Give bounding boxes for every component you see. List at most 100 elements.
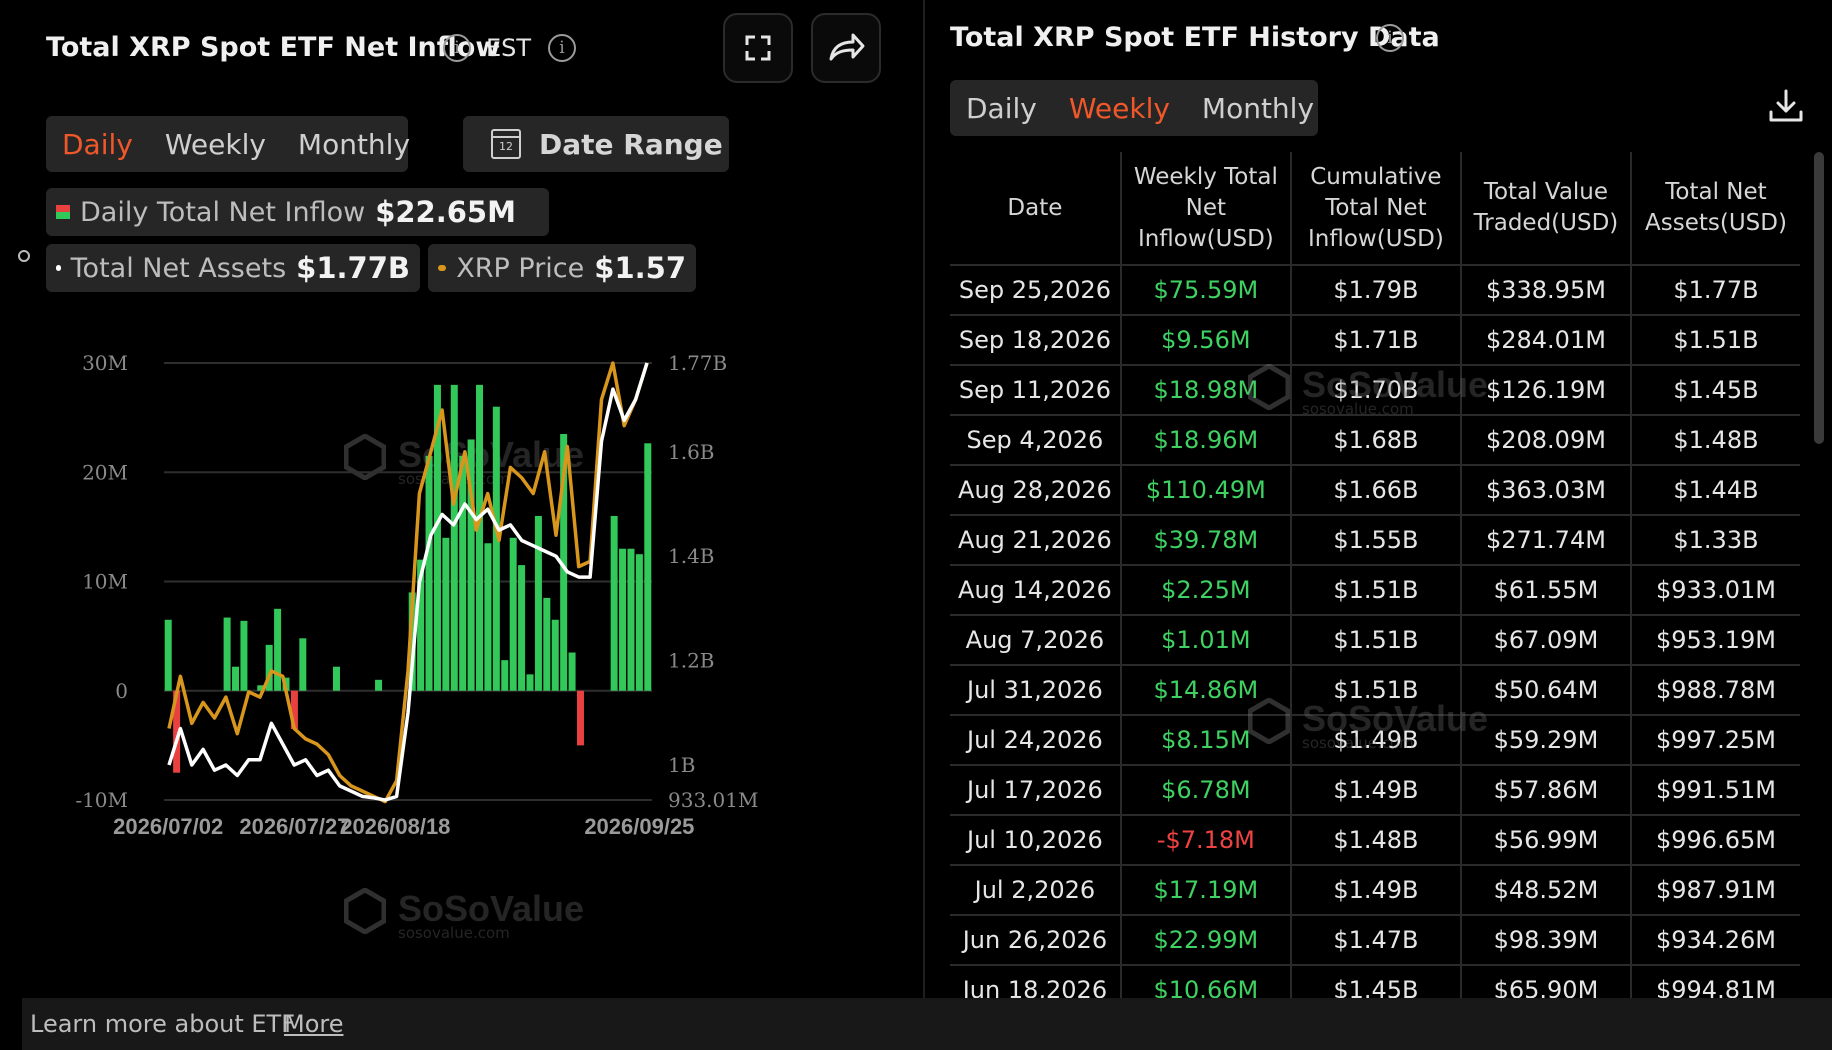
legend-total-net-assets[interactable]: Total Net Assets $1.77B xyxy=(46,244,420,292)
cell-cumulative-inflow: $1.71B xyxy=(1289,314,1462,366)
tab-weekly[interactable]: Weekly xyxy=(149,128,282,161)
inflow-bar xyxy=(551,619,559,691)
timezone-info-icon[interactable]: i xyxy=(548,34,576,62)
cell-cumulative-inflow: $1.68B xyxy=(1289,414,1462,466)
table-row[interactable]: Sep 25,2026 $75.59M $1.79B $338.95M $1.77B xyxy=(950,264,1800,316)
table-row[interactable]: Aug 14,2026 $2.25M $1.51B $61.55M $933.01M xyxy=(950,564,1800,616)
share-button[interactable] xyxy=(811,13,881,83)
cell-value-traded: $126.19M xyxy=(1459,364,1632,416)
table-row[interactable]: Jun 18,2026 $10.66M $1.45B $65.90M $994.81M xyxy=(950,964,1800,998)
cell-value-traded: $338.95M xyxy=(1459,264,1632,316)
cell-cumulative-inflow: $1.47B xyxy=(1289,914,1462,966)
cell-date: Sep 25,2026 xyxy=(950,264,1122,316)
panel-divider xyxy=(923,0,925,998)
cell-value-traded: $48.52M xyxy=(1459,864,1632,916)
cell-net-assets: $994.81M xyxy=(1629,964,1800,998)
tab-daily[interactable]: Daily xyxy=(46,128,149,161)
more-link[interactable]: More xyxy=(284,1010,344,1038)
table-row[interactable]: Aug 7,2026 $1.01M $1.51B $67.09M $953.19M xyxy=(950,614,1800,666)
cell-net-assets: $1.48B xyxy=(1629,414,1800,466)
x-axis-tick: 2026/09/25 xyxy=(584,814,694,839)
inflow-bar xyxy=(223,617,231,691)
date-range-button[interactable]: 12 Date Range xyxy=(463,116,729,172)
history-table: Date Weekly Total Net Inflow(USD) Cumula… xyxy=(950,152,1800,998)
cell-weekly-inflow: $10.66M xyxy=(1119,964,1292,998)
info-icon[interactable]: i xyxy=(443,34,471,62)
scrollbar-thumb[interactable] xyxy=(1814,152,1824,444)
inflow-bar xyxy=(459,455,467,691)
cell-value-traded: $57.86M xyxy=(1459,764,1632,816)
column-header-weekly-inflow[interactable]: Weekly Total Net Inflow(USD) xyxy=(1119,152,1292,266)
inflow-bar xyxy=(610,515,618,691)
fullscreen-button[interactable] xyxy=(723,13,793,83)
table-row[interactable]: Jul 24,2026 $8.15M $1.49B $59.29M $997.25M xyxy=(950,714,1800,766)
inflow-bar xyxy=(518,565,526,691)
cell-value-traded: $61.55M xyxy=(1459,564,1632,616)
inflow-bar xyxy=(576,690,584,746)
tab-monthly[interactable]: Monthly xyxy=(282,128,426,161)
history-tab-monthly[interactable]: Monthly xyxy=(1186,92,1330,125)
cell-weekly-inflow: $9.56M xyxy=(1119,314,1292,366)
history-tab-daily[interactable]: Daily xyxy=(950,92,1053,125)
inflow-bar xyxy=(442,537,450,691)
cell-net-assets: $991.51M xyxy=(1629,764,1800,816)
inflow-bar xyxy=(509,537,517,691)
net-inflow-chart: 30M 20M 10M 0 -10M 1.77B 1.6B 1.4B 1.2B 1B 933.01M… xyxy=(75,351,758,839)
table-row[interactable]: Jul 17,2026 $6.78M $1.49B $57.86M $991.51M xyxy=(950,764,1800,816)
history-granularity-tabs: Daily Weekly Monthly xyxy=(950,80,1318,136)
table-row[interactable]: Jul 2,2026 $17.19M $1.49B $48.52M $987.91M xyxy=(950,864,1800,916)
table-row[interactable]: Aug 21,2026 $39.78M $1.55B $271.74M $1.33B xyxy=(950,514,1800,566)
cell-net-assets: $933.01M xyxy=(1629,564,1800,616)
cell-net-assets: $988.78M xyxy=(1629,664,1800,716)
x-axis-tick: 2026/08/18 xyxy=(340,814,450,839)
cell-date: Sep 11,2026 xyxy=(950,364,1122,416)
cell-date: Jun 18,2026 xyxy=(950,964,1122,998)
table-row[interactable]: Jul 31,2026 $14.86M $1.51B $50.64M $988.78M xyxy=(950,664,1800,716)
table-row[interactable]: Sep 18,2026 $9.56M $1.71B $284.01M $1.51B xyxy=(950,314,1800,366)
cell-date: Aug 7,2026 xyxy=(950,614,1122,666)
inflow-swatch xyxy=(56,205,70,219)
table-row[interactable]: Jul 10,2026 -$7.18M $1.48B $56.99M $996.65M xyxy=(950,814,1800,866)
cell-value-traded: $271.74M xyxy=(1459,514,1632,566)
cell-weekly-inflow: $1.01M xyxy=(1119,614,1292,666)
cell-weekly-inflow: -$7.18M xyxy=(1119,814,1292,866)
cell-cumulative-inflow: $1.49B xyxy=(1289,714,1462,766)
cell-net-assets: $1.77B xyxy=(1629,264,1800,316)
cell-value-traded: $67.09M xyxy=(1459,614,1632,666)
x-axis-tick: 2026/07/27 xyxy=(239,814,349,839)
inflow-bar xyxy=(332,666,340,691)
history-tab-weekly[interactable]: Weekly xyxy=(1053,92,1186,125)
cell-value-traded: $59.29M xyxy=(1459,714,1632,766)
cell-weekly-inflow: $6.78M xyxy=(1119,764,1292,816)
cell-net-assets: $1.45B xyxy=(1629,364,1800,416)
cell-value-traded: $363.03M xyxy=(1459,464,1632,516)
column-header-net-assets[interactable]: Total Net Assets(USD) xyxy=(1629,152,1800,266)
legend-daily-inflow[interactable]: Daily Total Net Inflow $22.65M xyxy=(46,188,549,236)
inflow-bar xyxy=(375,679,383,691)
inflow-bar xyxy=(484,543,492,691)
cell-weekly-inflow: $110.49M xyxy=(1119,464,1292,516)
table-row[interactable]: Aug 28,2026 $110.49M $1.66B $363.03M $1.44B xyxy=(950,464,1800,516)
download-icon[interactable] xyxy=(1766,86,1806,126)
legend-xrp-price[interactable]: XRP Price $1.57 xyxy=(428,244,696,292)
cell-date: Sep 18,2026 xyxy=(950,314,1122,366)
cell-date: Jul 10,2026 xyxy=(950,814,1122,866)
cell-date: Aug 21,2026 xyxy=(950,514,1122,566)
table-scrollbar[interactable] xyxy=(1814,152,1826,998)
history-info-icon[interactable]: i xyxy=(1376,24,1404,52)
inflow-bar xyxy=(232,666,240,691)
table-row[interactable]: Jun 26,2026 $22.99M $1.47B $98.39M $934.26M xyxy=(950,914,1800,966)
column-header-date[interactable]: Date xyxy=(950,152,1122,266)
table-row[interactable]: Sep 4,2026 $18.96M $1.68B $208.09M $1.48B xyxy=(950,414,1800,466)
inflow-bar xyxy=(543,597,551,691)
cell-weekly-inflow: $75.59M xyxy=(1119,264,1292,316)
column-header-value-traded[interactable]: Total Value Traded(USD) xyxy=(1459,152,1632,266)
inflow-bar xyxy=(635,554,643,691)
inflow-bar xyxy=(425,455,433,691)
cell-date: Jul 17,2026 xyxy=(950,764,1122,816)
inflow-bar xyxy=(534,515,542,691)
table-row[interactable]: Sep 11,2026 $18.98M $1.70B $126.19M $1.45B xyxy=(950,364,1800,416)
column-header-cumulative-inflow[interactable]: Cumulative Total Net Inflow(USD) xyxy=(1289,152,1462,266)
y-axis-right-tick: 1.2B xyxy=(668,649,715,673)
inflow-bar xyxy=(450,384,458,691)
